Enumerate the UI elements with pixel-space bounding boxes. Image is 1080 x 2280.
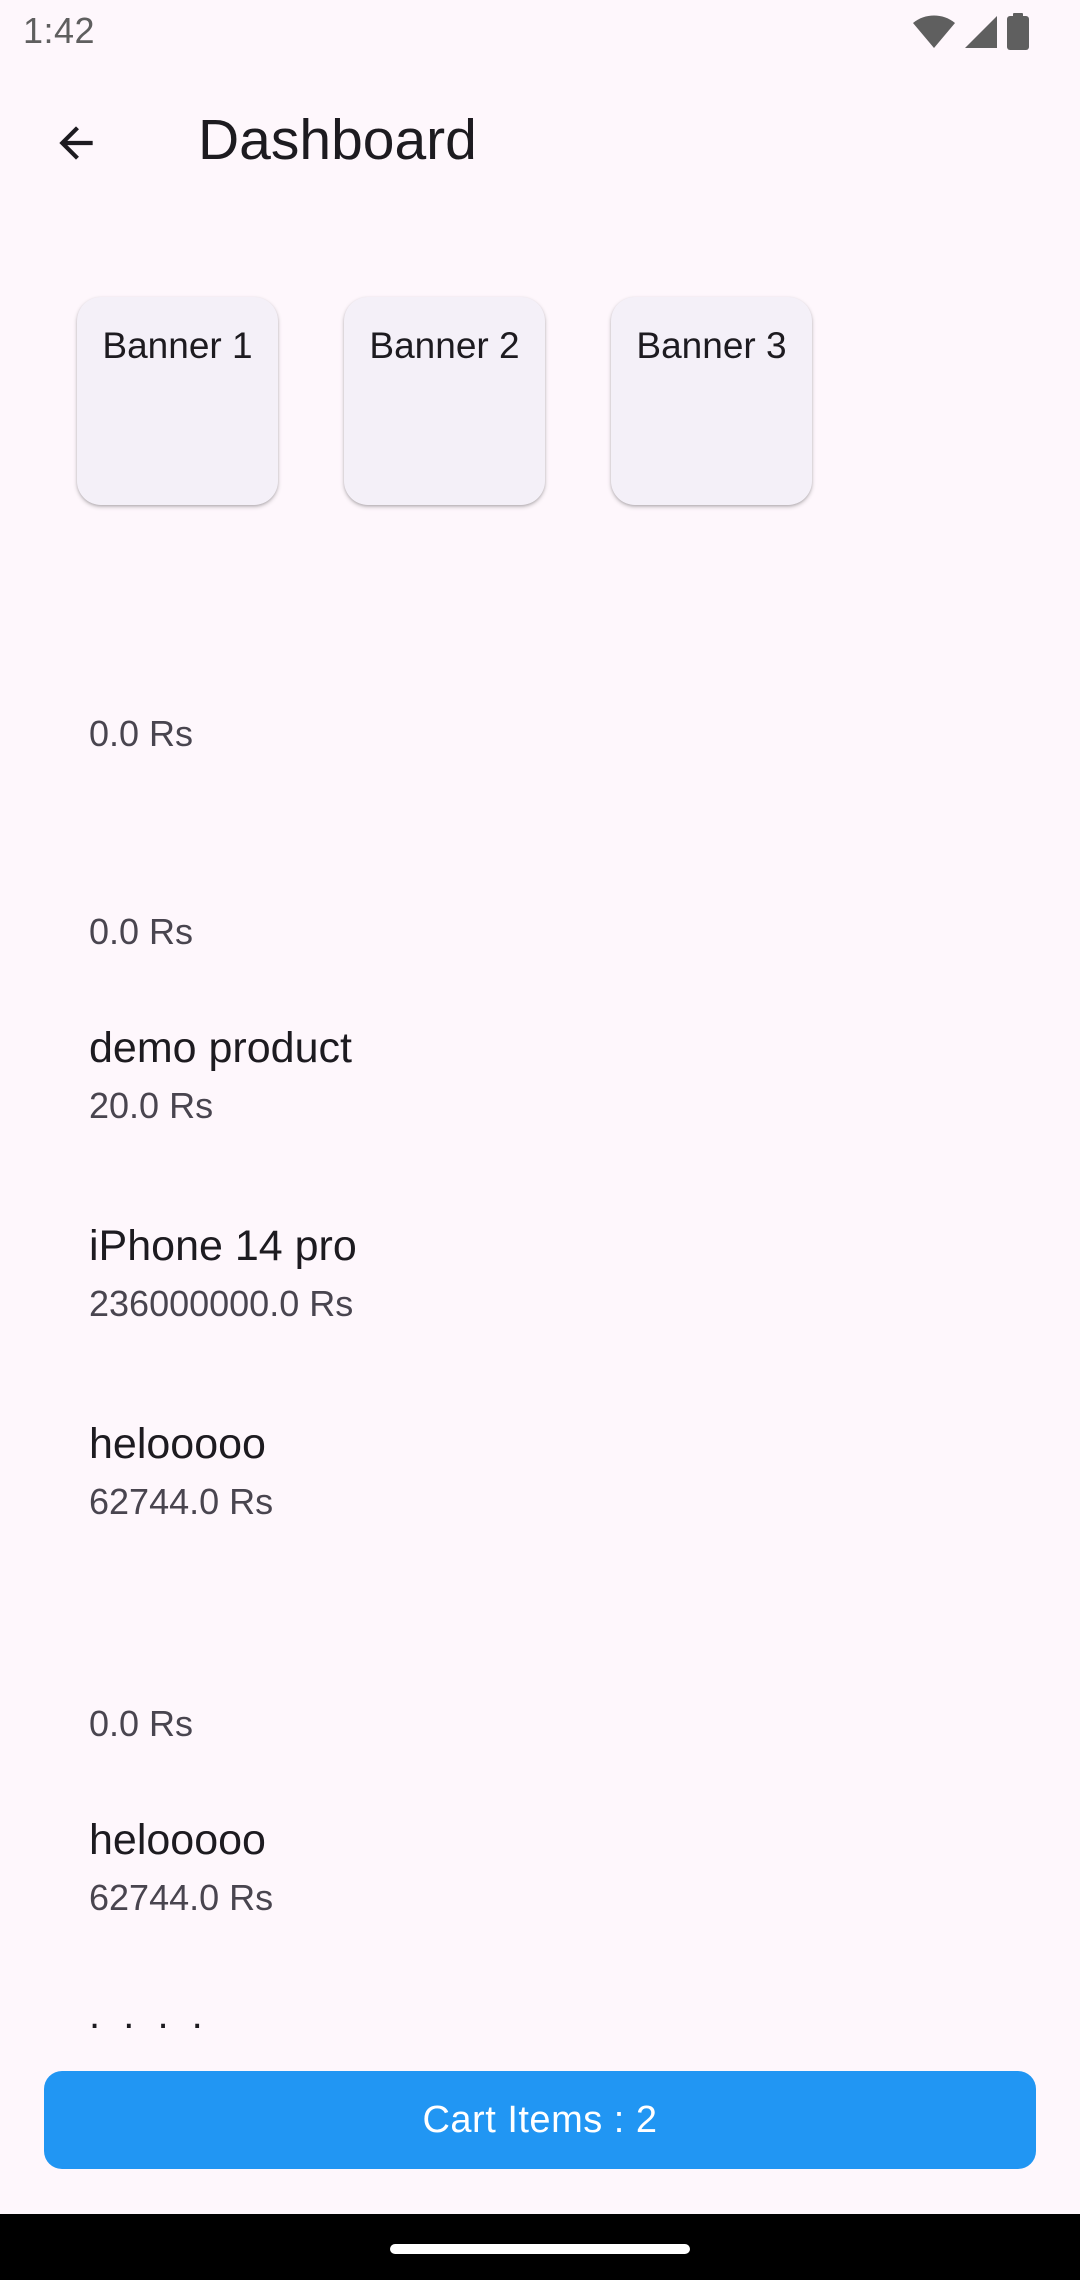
product-name [89, 648, 989, 704]
banner-card-2[interactable]: Banner 2 [344, 297, 545, 505]
arrow-left-icon [51, 118, 101, 173]
more-items-indicator: . . . . [89, 1993, 209, 2037]
cart-items-button[interactable]: Cart Items : 2 [44, 2071, 1036, 2169]
system-navigation-bar [0, 2214, 1080, 2280]
product-price: 236000000.0 Rs [89, 1283, 354, 1324]
product-price: 20.0 Rs [89, 1085, 214, 1126]
product-item[interactable]: helooooo 62744.0 Rs [89, 1416, 989, 1526]
product-name [89, 1638, 989, 1694]
wifi-icon [912, 14, 956, 50]
product-price: 62744.0 Rs [89, 1481, 274, 1522]
cellular-signal-icon [964, 14, 998, 50]
product-name [89, 846, 989, 902]
product-item[interactable]: 0.0 Rs [89, 648, 989, 758]
product-price: 0.0 Rs [89, 911, 194, 952]
product-name: demo product [89, 1024, 352, 1072]
product-price: 0.0 Rs [89, 713, 194, 754]
banner-row: Banner 1 Banner 2 Banner 3 [77, 297, 812, 505]
app-bar: Dashboard [0, 66, 1080, 216]
product-price: 62744.0 Rs [89, 1877, 274, 1918]
product-item[interactable]: 0.0 Rs [89, 846, 989, 956]
product-item[interactable]: iPhone 14 pro 236000000.0 Rs [89, 1218, 989, 1328]
back-button[interactable] [36, 105, 116, 185]
product-item[interactable]: demo product 20.0 Rs [89, 1020, 989, 1130]
product-name: helooooo [89, 1420, 266, 1468]
product-name: helooooo [89, 1816, 266, 1864]
status-time: 1:42 [23, 10, 96, 51]
page-title: Dashboard [198, 108, 477, 172]
product-item[interactable]: helooooo 62744.0 Rs [89, 1812, 989, 1922]
banner-card-3[interactable]: Banner 3 [611, 297, 812, 505]
battery-icon [1006, 13, 1030, 51]
product-item[interactable]: 0.0 Rs [89, 1638, 989, 1748]
status-icons [912, 13, 1030, 51]
status-bar: 1:42 [0, 0, 1080, 66]
banner-card-1[interactable]: Banner 1 [77, 297, 278, 505]
product-name: iPhone 14 pro [89, 1222, 357, 1270]
gesture-handle[interactable] [390, 2244, 690, 2254]
product-price: 0.0 Rs [89, 1703, 194, 1744]
